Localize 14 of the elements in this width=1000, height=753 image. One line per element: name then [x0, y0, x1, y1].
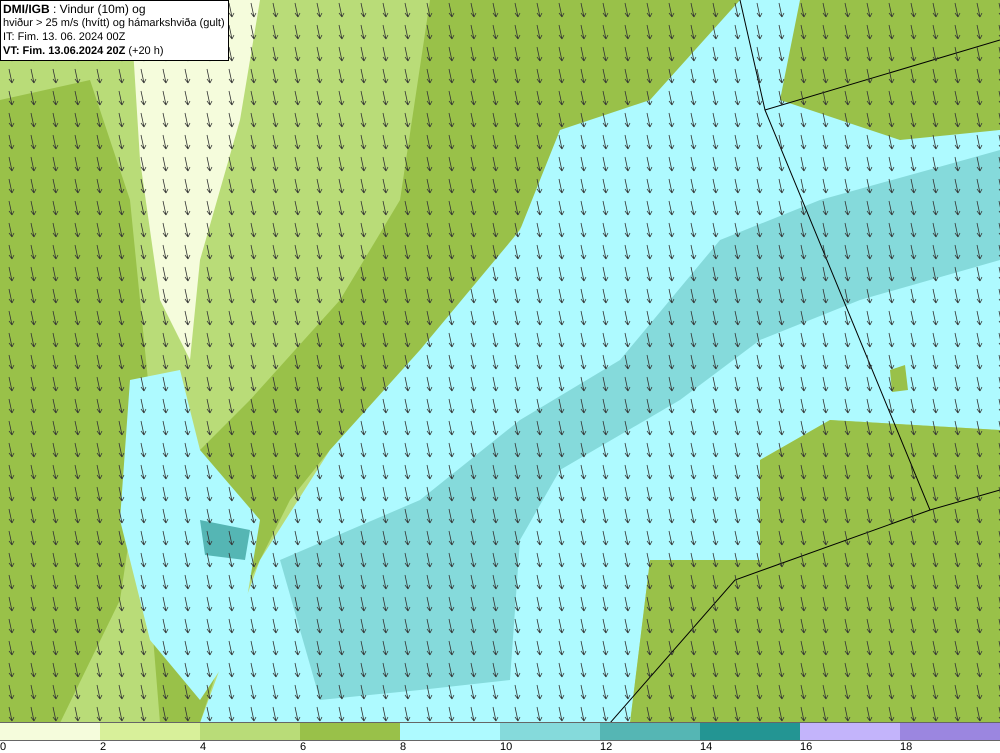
- tick-label: 0: [0, 741, 8, 753]
- tick-label: 18: [900, 741, 914, 753]
- legend-text: IT: Fim. 13. 06. 2024 00Z: [3, 30, 126, 44]
- tick-label: 14: [700, 741, 714, 753]
- tick-label: 4: [200, 741, 208, 753]
- tick-label: 12: [600, 741, 614, 753]
- tick-label: 2: [100, 741, 108, 753]
- tick-label: 6: [300, 741, 308, 753]
- legend-text: hviður > 25 m/s (hvítt) og hámarkshviða (gult): [3, 16, 225, 30]
- tick-label: 16: [800, 741, 814, 753]
- legend-text: VT: Fim. 13.06.2024 20Z (+20 h): [3, 44, 165, 58]
- legend-text: DMI/IGB : Vindur (10m) og: [3, 2, 146, 16]
- tick-label: 10: [500, 741, 514, 753]
- tick-label: 8: [400, 741, 408, 753]
